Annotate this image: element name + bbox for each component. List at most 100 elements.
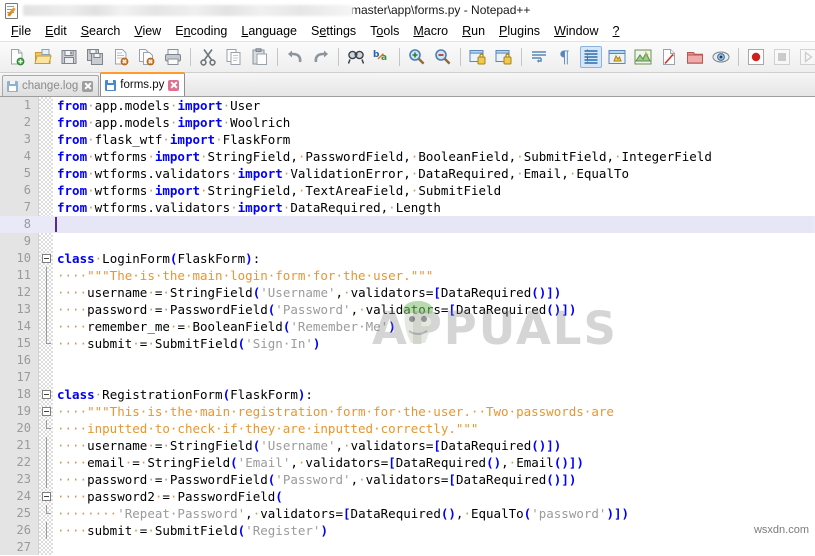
code-line[interactable]: 7 from·wtforms.validators·import·DataRequ… — [0, 199, 815, 216]
line-number: 15 — [16, 336, 31, 350]
code-line[interactable]: 4 from·wtforms·import·StringField,·Passwo… — [0, 148, 815, 165]
menu-item-file[interactable]: File — [4, 22, 38, 40]
code-line[interactable]: 22 ····email·=·StringField('Email',·valid… — [0, 454, 815, 471]
fold-guide-line — [46, 318, 47, 335]
code-line[interactable]: 13 ····password·=·PasswordField('Password… — [0, 301, 815, 318]
close-tab-icon[interactable] — [168, 79, 180, 91]
zoom-in-icon[interactable] — [406, 46, 428, 68]
menu-item-edit[interactable]: Edit — [38, 22, 74, 40]
menu-item-language[interactable]: Language — [234, 22, 304, 40]
code-line-text: from·app.models·import·Woolrich — [57, 115, 291, 130]
code-line[interactable]: 25 ········'Repeat·Password',·validators=… — [0, 505, 815, 522]
menu-item-view[interactable]: View — [127, 22, 168, 40]
menu-item-help[interactable]: ? — [606, 22, 627, 40]
record-macro-icon[interactable] — [745, 46, 767, 68]
code-line[interactable]: 14 ····remember_me·=·BooleanField('Rememb… — [0, 318, 815, 335]
code-line[interactable]: 17 — [0, 369, 815, 386]
menu-bar[interactable]: File Edit Search View Encoding Language … — [0, 20, 815, 42]
svg-text:¶: ¶ — [559, 48, 570, 67]
copy-icon[interactable] — [223, 46, 245, 68]
toolbar-separator — [399, 48, 400, 66]
code-line[interactable]: 6 from·wtforms·import·StringField,·TextAr… — [0, 182, 815, 199]
code-line[interactable]: 21 ····username·=·StringField('Username',… — [0, 437, 815, 454]
show-indent-guide-icon[interactable] — [580, 46, 602, 68]
tab-forms-py[interactable]: forms.py — [100, 72, 186, 96]
fold-end-tick — [46, 343, 51, 344]
fold-toggle-icon[interactable] — [42, 254, 51, 263]
line-number: 26 — [16, 523, 31, 537]
sync-vertical-scroll-icon[interactable] — [467, 46, 489, 68]
monitoring-icon[interactable] — [710, 46, 732, 68]
code-line[interactable]: 11 ····"""The·is·the·main·login·form·for·… — [0, 267, 815, 284]
function-list-icon[interactable] — [658, 46, 680, 68]
save-state-icon — [7, 80, 18, 92]
undo-icon[interactable] — [284, 46, 306, 68]
notepad-document-icon — [4, 2, 19, 19]
menu-item-macro[interactable]: Macro — [406, 22, 455, 40]
menu-item-search[interactable]: Search — [74, 22, 128, 40]
paste-icon[interactable] — [249, 46, 271, 68]
word-wrap-icon[interactable] — [528, 46, 550, 68]
print-icon[interactable] — [162, 46, 184, 68]
code-line-text: ····submit·=·SubmitField('Sign·In') — [57, 336, 321, 351]
open-file-icon[interactable] — [32, 46, 54, 68]
close-all-files-icon[interactable] — [136, 46, 158, 68]
save-all-icon[interactable] — [84, 46, 106, 68]
code-line[interactable]: 9 — [0, 233, 815, 250]
menu-item-run[interactable]: Run — [455, 22, 492, 40]
play-macro-icon[interactable] — [797, 46, 815, 68]
code-line[interactable]: 8 — [0, 216, 815, 233]
new-file-icon[interactable] — [6, 46, 28, 68]
code-line-text: ····username·=·StringField('Username',·v… — [57, 438, 562, 453]
tab-bar: change.log forms.py — [0, 72, 815, 97]
line-number: 4 — [23, 149, 31, 163]
code-line[interactable]: 1 from·app.models·import·User — [0, 97, 815, 114]
code-line[interactable]: 27 — [0, 539, 815, 556]
close-file-icon[interactable] — [110, 46, 132, 68]
menu-item-tools[interactable]: Tools — [363, 22, 406, 40]
current-line-highlight — [55, 216, 813, 233]
cut-icon[interactable] — [197, 46, 219, 68]
fold-toggle-icon[interactable] — [42, 492, 51, 501]
menu-item-window[interactable]: Window — [547, 22, 605, 40]
code-line[interactable]: 15 ····submit·=·SubmitField('Sign·In') — [0, 335, 815, 352]
document-map-icon[interactable] — [632, 46, 654, 68]
line-number: 22 — [16, 455, 31, 469]
folder-as-workspace-icon[interactable] — [684, 46, 706, 68]
redo-icon[interactable] — [310, 46, 332, 68]
code-line[interactable]: 23 ····password·=·PasswordField('Password… — [0, 471, 815, 488]
code-line[interactable]: 24 ····password2·=·PasswordField( — [0, 488, 815, 505]
code-line-text: ····username·=·StringField('Username',·v… — [57, 285, 562, 300]
save-icon[interactable] — [58, 46, 80, 68]
close-tab-icon[interactable] — [82, 80, 94, 92]
code-line[interactable]: 19 ····"""This·is·the·main·registration·f… — [0, 403, 815, 420]
code-line[interactable]: 16 — [0, 352, 815, 369]
sync-horizontal-scroll-icon[interactable] — [493, 46, 515, 68]
code-line-text: ····password·=·PasswordField('Password',… — [57, 472, 577, 487]
fold-toggle-icon[interactable] — [42, 390, 51, 399]
fold-guide-line — [46, 471, 47, 488]
code-line[interactable]: 18 class·RegistrationForm(FlaskForm): — [0, 386, 815, 403]
code-line[interactable]: 26 ····submit·=·SubmitField('Register') — [0, 522, 815, 539]
code-editor[interactable]: 1 from·app.models·import·User 2 from·app.mo… — [0, 97, 815, 556]
zoom-out-icon[interactable] — [432, 46, 454, 68]
code-text-area[interactable]: 1 from·app.models·import·User 2 from·app.mo… — [0, 97, 815, 556]
tab-change-log[interactable]: change.log — [2, 75, 100, 96]
menu-item-settings[interactable]: Settings — [304, 22, 363, 40]
fold-toggle-icon[interactable] — [42, 407, 51, 416]
stop-macro-icon[interactable] — [771, 46, 793, 68]
code-line[interactable]: 2 from·app.models·import·Woolrich — [0, 114, 815, 131]
code-line-text: ····"""This·is·the·main·registration·for… — [57, 404, 614, 419]
code-line[interactable]: 5 from·wtforms.validators·import·Validati… — [0, 165, 815, 182]
show-all-characters-icon[interactable]: ¶ — [554, 46, 576, 68]
code-line[interactable]: 12 ····username·=·StringField('Username',… — [0, 284, 815, 301]
find-icon[interactable] — [345, 46, 367, 68]
menu-item-encoding[interactable]: Encoding — [168, 22, 234, 40]
code-line[interactable]: 10 class·LoginForm(FlaskForm): — [0, 250, 815, 267]
code-line[interactable]: 3 from·flask_wtf·import·FlaskForm — [0, 131, 815, 148]
menu-item-plugins[interactable]: Plugins — [492, 22, 547, 40]
user-defined-dialog-icon[interactable] — [606, 46, 628, 68]
line-number: 24 — [16, 489, 31, 503]
replace-icon[interactable]: b a — [371, 46, 393, 68]
code-line[interactable]: 20 ····inputted·to·check·if·they·are·inpu… — [0, 420, 815, 437]
